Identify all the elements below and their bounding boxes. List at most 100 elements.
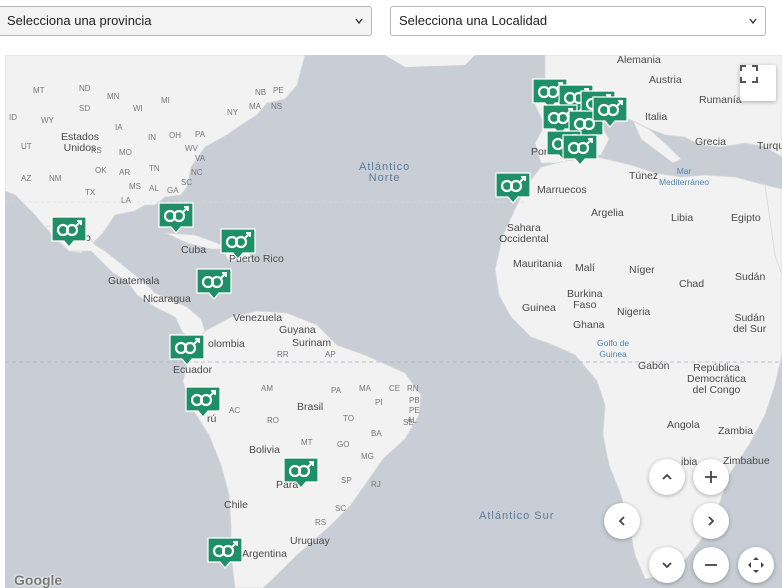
map-marker-colombia[interactable] — [168, 333, 206, 367]
map-label-mauritania: Mauritania — [513, 258, 563, 270]
map-label-st-ba: BA — [371, 429, 382, 438]
map-label-st-ma2: MA — [359, 384, 371, 393]
map-label-tunez: Túnez — [629, 170, 659, 182]
map-label-argentina: Argentina — [242, 548, 287, 560]
chevron-left-icon — [618, 516, 625, 526]
recenter-button[interactable] — [738, 547, 774, 583]
gender-symbol-icon — [207, 537, 243, 569]
map-marker-mexico[interactable] — [50, 215, 88, 249]
map-label-st-nb: NB — [255, 88, 267, 97]
map-label-st-nd: ND — [79, 84, 91, 93]
map-label-st-tx: TX — [85, 188, 96, 197]
map-label-st-sc: SC — [181, 178, 193, 187]
map-label-st-pa2: PA — [331, 386, 342, 395]
map-label-guinea: Guinea — [522, 302, 556, 314]
map-label-st-ap: AP — [325, 350, 336, 359]
map-label-st-mt2: MT — [301, 438, 313, 447]
map-label-atlantico-sur: Atlántico Sur — [479, 510, 555, 522]
gender-symbol-icon — [185, 386, 221, 418]
map-label-guyana: Guyana — [279, 324, 316, 336]
map-label-st-ut: UT — [21, 142, 32, 151]
map-label-st-az: AZ — [21, 174, 32, 183]
filter-bar: Selecciona una provincia Selecciona una … — [0, 0, 782, 46]
map-label-libia: Libia — [671, 212, 694, 224]
chevron-down-icon — [662, 562, 672, 569]
map-label-sahara: Sahara Occidental — [499, 222, 549, 245]
map-label-st-rs: RS — [315, 518, 327, 527]
map-marker-paraguay[interactable] — [282, 456, 320, 490]
google-logo: Google — [14, 572, 63, 588]
pan-up-button[interactable] — [649, 459, 685, 495]
map-label-st-ok: OK — [95, 166, 107, 175]
map-label-atlantico-norte: Atlántico Norte — [359, 161, 411, 184]
map-marker-spain-8[interactable] — [561, 133, 599, 167]
map-label-sudan-sur: Sudán del Sur — [733, 312, 767, 335]
gender-symbol-icon — [495, 172, 531, 204]
pan-down-button[interactable] — [649, 547, 685, 583]
chevron-down-icon — [749, 18, 757, 25]
map-label-st-ro: RO — [267, 416, 279, 425]
gender-symbol-icon — [51, 216, 87, 248]
map-label-st-sd: SD — [79, 104, 91, 113]
fullscreen-button[interactable] — [740, 65, 776, 101]
map-label-marruecos: Marruecos — [537, 184, 587, 196]
chevron-down-icon — [355, 18, 363, 25]
map-marker-spain-6[interactable] — [591, 95, 629, 129]
gender-symbol-icon — [283, 457, 319, 489]
map-label-st-va: VA — [195, 154, 206, 163]
map-label-sudan: Sudán — [735, 271, 766, 283]
map-basemap — [5, 55, 782, 588]
locality-select-value: Selecciona una Localidad — [399, 13, 548, 28]
map-label-zimbabwe: Zimbabue — [723, 455, 770, 467]
locality-select[interactable]: Selecciona una Localidad — [390, 6, 766, 36]
map-label-st-in: IN — [148, 133, 156, 142]
map-label-colombia: olombia — [208, 338, 245, 350]
map-marker-puerto-rico[interactable] — [219, 227, 257, 261]
move-arrows-icon — [748, 557, 764, 573]
pan-right-button[interactable] — [693, 503, 729, 539]
pan-left-button[interactable] — [604, 503, 640, 539]
map-label-st-id: ID — [9, 113, 17, 122]
map-marker-argentina[interactable] — [206, 536, 244, 570]
map-label-st-ar: AR — [119, 168, 131, 177]
map-marker-canarias[interactable] — [494, 171, 532, 205]
map-marker-peru[interactable] — [184, 385, 222, 419]
map-label-brasil: Brasil — [297, 401, 324, 413]
map-label-bolivia: Bolivia — [249, 444, 280, 456]
map-label-st-ks: KS — [91, 146, 102, 155]
map-label-st-ga: GA — [167, 186, 179, 195]
map-label-st-mo: MO — [119, 148, 132, 157]
gender-symbol-icon — [562, 134, 598, 166]
map-label-st-ma: MA — [249, 102, 261, 111]
map-label-st-nm: NM — [49, 174, 62, 183]
map-label-st-ny: NY — [227, 108, 239, 117]
map-canvas[interactable]: Estados Unidos Cuba Puerto Rico Guatemala Nic… — [5, 55, 782, 588]
chevron-up-icon — [662, 473, 672, 480]
map-label-st-pe: PE — [273, 86, 284, 95]
map-marker-nicaragua[interactable] — [195, 267, 233, 301]
map-label-st-ms: MS — [129, 182, 141, 191]
map-label-st-ce: CE — [389, 384, 401, 393]
map-label-golfo-guinea: Golfo de Guinea — [597, 338, 630, 359]
zoom-in-button[interactable] — [693, 459, 729, 495]
zoom-out-button[interactable] — [693, 547, 729, 583]
map-label-egipto: Egipto — [731, 212, 761, 224]
map-label-st-al: AL — [149, 184, 159, 193]
map-label-st-nc: NC — [191, 168, 203, 177]
map-label-st-sc2: SC — [335, 504, 347, 513]
map-label-cuba: Cuba — [181, 244, 207, 256]
map-marker-cuba[interactable] — [157, 201, 195, 235]
map-label-nicaragua: Nicaragua — [143, 293, 191, 305]
map-label-gabon: Gabón — [638, 360, 670, 372]
gender-symbol-icon — [196, 268, 232, 300]
map-label-mali: Malí — [575, 262, 595, 274]
minus-icon — [705, 564, 717, 566]
province-select[interactable]: Selecciona una provincia — [0, 6, 372, 36]
land-greenland-edge — [385, 55, 475, 67]
map-label-st-rj: RJ — [371, 480, 381, 489]
map-label-niger: Níger — [629, 264, 655, 276]
chevron-right-icon — [708, 516, 715, 526]
map-label-st-tn: TN — [149, 164, 160, 173]
map-label-zambia: Zambia — [718, 425, 754, 437]
plus-icon — [705, 471, 717, 483]
